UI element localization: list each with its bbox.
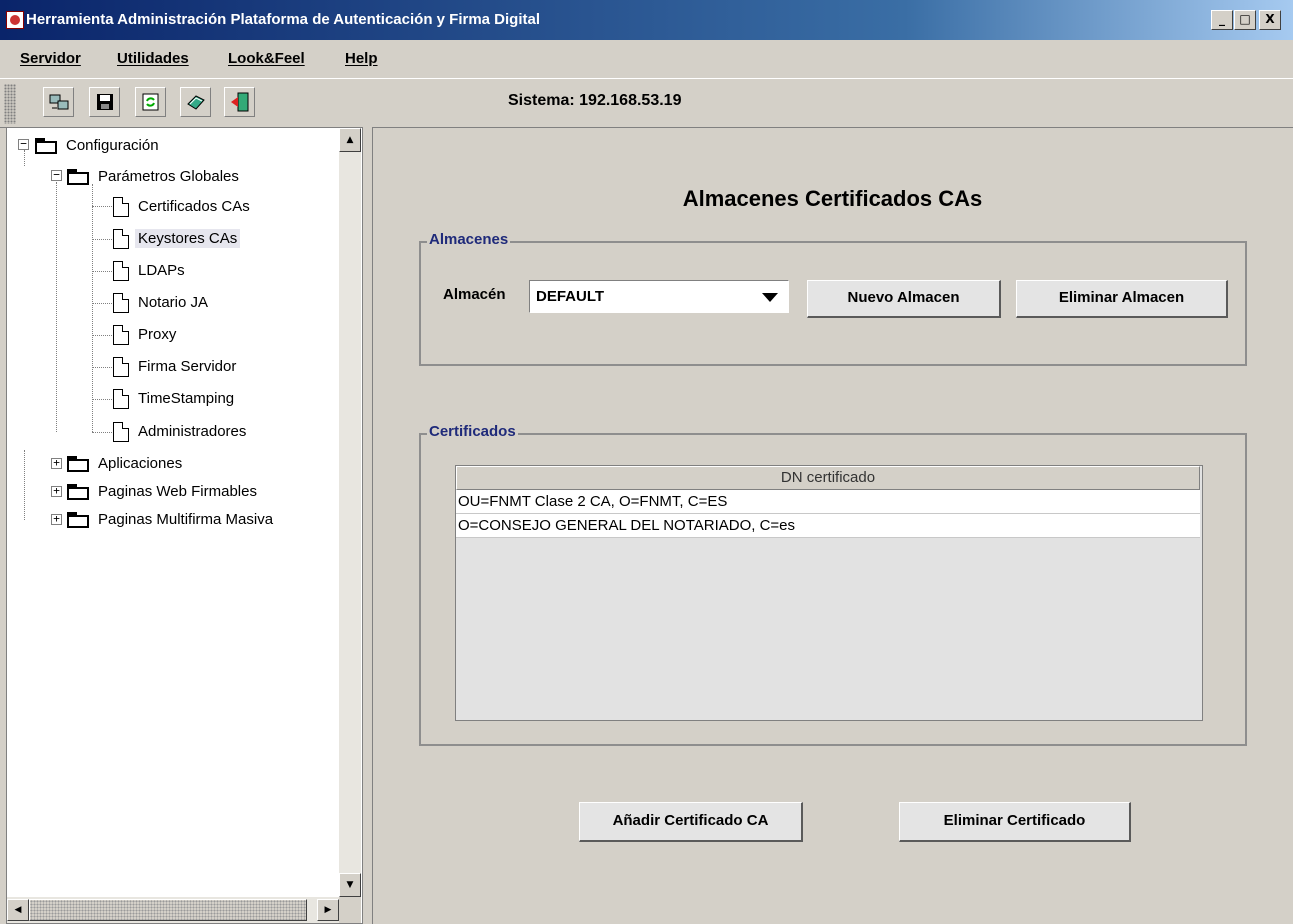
vertical-scrollbar[interactable]: ▲ ▼ xyxy=(339,128,361,897)
expand-icon[interactable]: + xyxy=(51,485,62,497)
tree-leaf-notario-ja[interactable]: Notario JA xyxy=(113,289,211,317)
folder-icon xyxy=(35,138,57,155)
close-button[interactable]: X xyxy=(1259,10,1281,30)
tree-connector xyxy=(92,367,112,368)
document-icon xyxy=(113,325,129,346)
folder-icon xyxy=(67,456,89,473)
minimize-button[interactable]: _ xyxy=(1211,10,1233,30)
menu-bar: Servidor Utilidades Look&Feel Help xyxy=(0,40,1293,78)
menu-utilidades[interactable]: Utilidades xyxy=(117,50,189,67)
tree-leaf-administradores[interactable]: Administradores xyxy=(113,418,249,446)
help-book-icon[interactable] xyxy=(180,87,211,117)
document-icon xyxy=(113,389,129,410)
tree-connector xyxy=(92,432,112,433)
menu-help[interactable]: Help xyxy=(345,50,378,67)
tree-node-parametros-globales[interactable]: Parámetros Globales xyxy=(67,163,242,191)
split-pane-divider[interactable] xyxy=(363,127,372,924)
title-bar: Herramienta Administración Plataforma de… xyxy=(0,0,1293,40)
store-label: Almacén xyxy=(443,286,506,303)
maximize-button[interactable]: □ xyxy=(1234,10,1256,30)
tree-node-paginas-multifirma-masiva[interactable]: Paginas Multifirma Masiva xyxy=(67,506,337,534)
folder-icon xyxy=(67,169,89,186)
expand-icon[interactable]: + xyxy=(51,457,62,469)
document-icon xyxy=(113,197,129,218)
chevron-down-icon[interactable] xyxy=(762,293,778,302)
expand-icon[interactable]: + xyxy=(51,513,62,525)
document-icon xyxy=(113,293,129,314)
scroll-down-icon[interactable]: ▼ xyxy=(339,873,361,897)
menu-servidor[interactable]: Servidor xyxy=(20,50,81,67)
collapse-icon[interactable]: − xyxy=(18,138,29,150)
tree-connector xyxy=(92,184,93,432)
folder-icon xyxy=(67,512,89,529)
tree-connector xyxy=(92,206,112,207)
table-row[interactable]: O=CONSEJO GENERAL DEL NOTARIADO, C=es xyxy=(456,514,1200,538)
navigation-tree-pane: − Configuración − Parámetros Globales Ce… xyxy=(6,127,363,924)
document-icon xyxy=(113,422,129,443)
collapse-icon[interactable]: − xyxy=(51,169,62,181)
content-pane: Almacenes Certificados CAs Almacenes Alm… xyxy=(372,127,1293,924)
delete-certificate-button[interactable]: Eliminar Certificado xyxy=(899,802,1131,842)
tree-leaf-timestamping[interactable]: TimeStamping xyxy=(113,385,237,413)
certificates-table[interactable]: DN certificado OU=FNMT Clase 2 CA, O=FNM… xyxy=(455,465,1203,721)
horizontal-scrollbar[interactable]: ◀ ▶ xyxy=(7,897,339,923)
document-icon xyxy=(113,261,129,282)
tree-connector xyxy=(24,150,25,166)
tree-connector xyxy=(92,239,112,240)
store-select-value: DEFAULT xyxy=(536,288,605,305)
scroll-left-icon[interactable]: ◀ xyxy=(7,899,29,921)
document-icon xyxy=(113,229,129,250)
table-row[interactable]: OU=FNMT Clase 2 CA, O=FNMT, C=ES xyxy=(456,490,1200,514)
system-address-label: Sistema: 192.168.53.19 xyxy=(508,92,682,109)
certificates-group-title: Certificados xyxy=(427,423,518,440)
stores-group-title: Almacenes xyxy=(427,231,511,248)
window-title: Herramienta Administración Plataforma de… xyxy=(26,11,541,28)
refresh-icon[interactable] xyxy=(135,87,166,117)
save-icon[interactable] xyxy=(89,87,120,117)
document-icon xyxy=(113,357,129,378)
add-certificate-button[interactable]: Añadir Certificado CA xyxy=(579,802,803,842)
delete-store-button[interactable]: Eliminar Almacen xyxy=(1016,280,1228,318)
tree-leaf-ldaps[interactable]: LDAPs xyxy=(113,257,188,285)
store-select[interactable]: DEFAULT xyxy=(529,280,789,313)
menu-look-and-feel[interactable]: Look&Feel xyxy=(228,50,305,67)
scroll-right-icon[interactable]: ▶ xyxy=(317,899,339,921)
tree-leaf-firma-servidor[interactable]: Firma Servidor xyxy=(113,353,239,381)
folder-icon xyxy=(67,484,89,501)
column-header-dn[interactable]: DN certificado xyxy=(456,466,1200,490)
scroll-corner xyxy=(339,897,361,923)
horizontal-scroll-thumb[interactable] xyxy=(29,899,307,921)
exit-door-icon[interactable] xyxy=(224,87,255,117)
tree-connector xyxy=(92,335,112,336)
tree-connector xyxy=(92,399,112,400)
tree-node-aplicaciones[interactable]: Aplicaciones xyxy=(67,450,185,478)
tree-leaf-certificados-cas[interactable]: Certificados CAs xyxy=(113,193,253,221)
scroll-up-icon[interactable]: ▲ xyxy=(339,128,361,152)
tree-leaf-keystores-cas[interactable]: Keystores CAs xyxy=(113,225,241,253)
tree-connector xyxy=(92,271,112,272)
toolbar-grip[interactable] xyxy=(4,84,16,124)
tree-leaf-proxy[interactable]: Proxy xyxy=(113,321,179,349)
app-icon xyxy=(6,11,24,29)
tree-connector xyxy=(92,303,112,304)
tree-connector xyxy=(56,182,57,432)
page-title: Almacenes Certificados CAs xyxy=(682,186,983,211)
tree-connector xyxy=(24,450,25,520)
new-store-button[interactable]: Nuevo Almacen xyxy=(807,280,1001,318)
tree-node-configuracion[interactable]: Configuración xyxy=(35,132,162,160)
network-icon[interactable] xyxy=(43,87,74,117)
tree-node-paginas-web-firmables[interactable]: Paginas Web Firmables xyxy=(67,478,260,506)
